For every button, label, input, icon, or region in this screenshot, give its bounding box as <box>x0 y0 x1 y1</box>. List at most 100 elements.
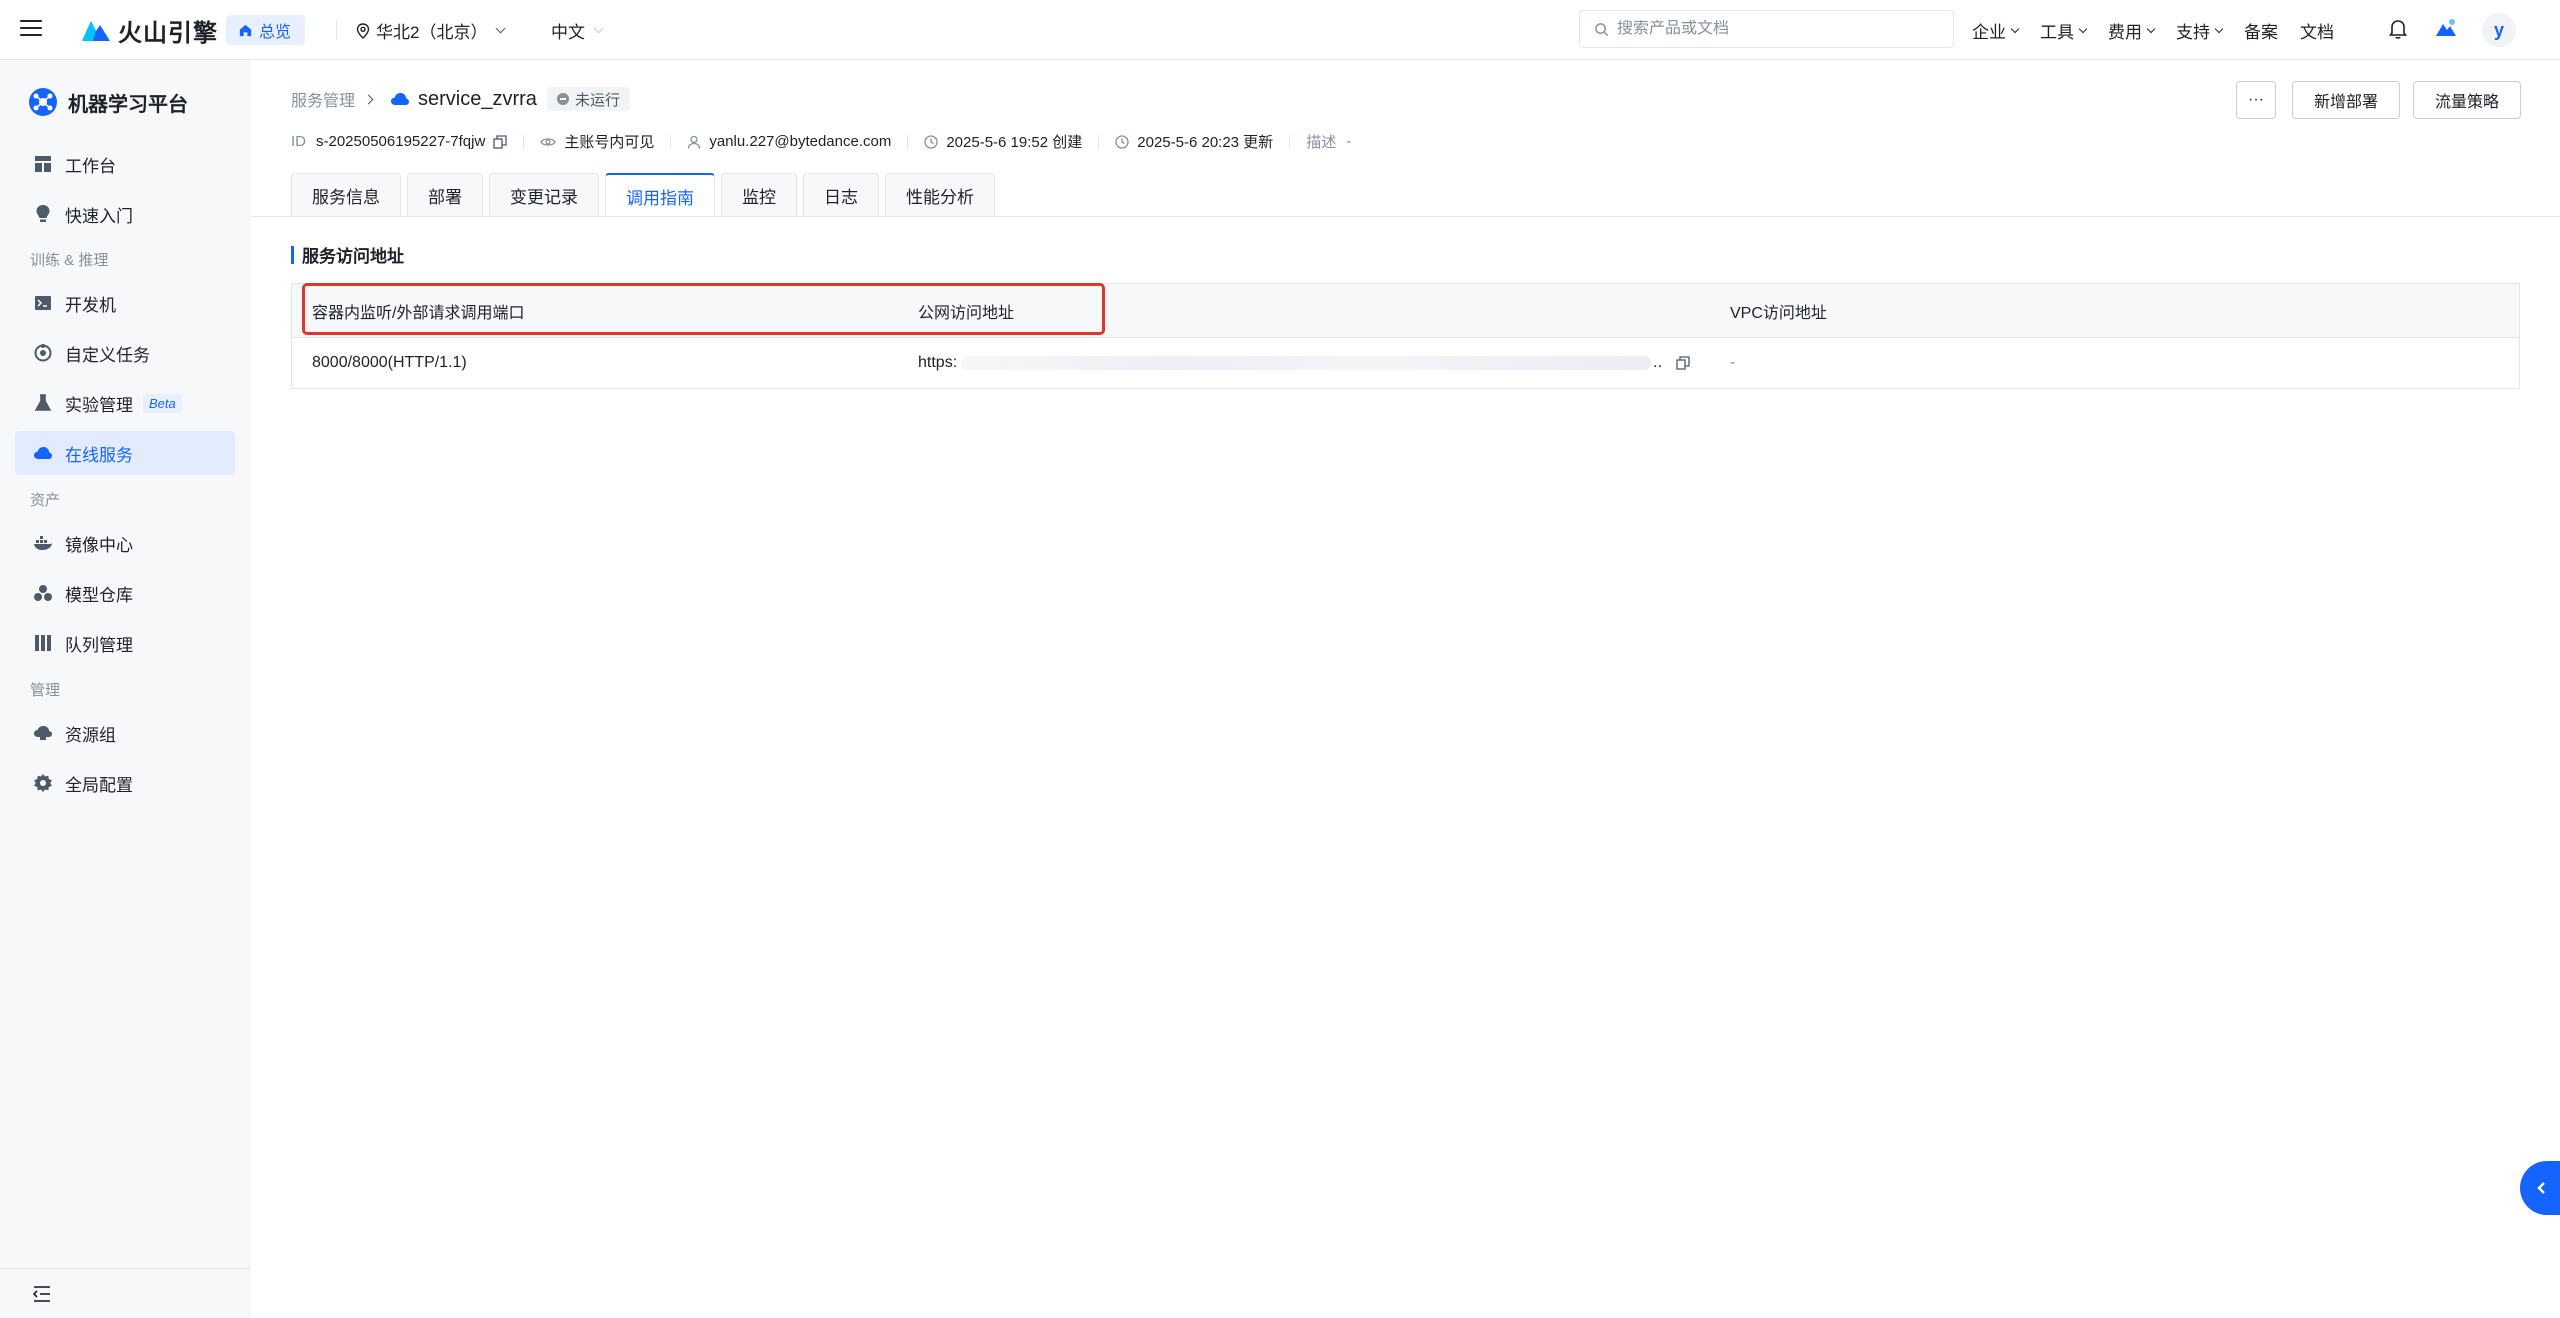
public-url-prefix: https: <box>918 354 958 371</box>
top-link-enterprise[interactable]: 企业 <box>1972 18 2020 43</box>
section-title: 服务访问地址 <box>291 242 404 267</box>
language-label: 中文 <box>551 23 585 42</box>
stopped-status-icon <box>556 93 569 105</box>
breadcrumb-parent-link[interactable]: 服务管理 <box>291 87 355 111</box>
search-input[interactable] <box>1617 20 1917 38</box>
chevron-down-icon <box>593 23 604 34</box>
meta-visibility-text: 主账号内可见 <box>564 134 655 151</box>
sidebar-item-global-config[interactable]: 全局配置 <box>15 761 235 805</box>
divider <box>1289 134 1291 149</box>
notification-bell-icon[interactable] <box>2388 18 2408 40</box>
sidebar-item-label: 在线服务 <box>65 445 133 465</box>
sidebar-item-model-repo[interactable]: 模型仓库 <box>15 571 235 615</box>
top-link-label: 支持 <box>2176 23 2210 42</box>
brand-logo[interactable]: 火山引擎 <box>80 14 218 47</box>
user-avatar[interactable]: y <box>2482 13 2516 47</box>
cubes-icon <box>33 583 53 603</box>
new-deploy-button[interactable]: 新增部署 <box>2292 81 2400 119</box>
sidebar-item-experiment[interactable]: 实验管理 Beta <box>15 381 235 425</box>
meta-desc-value: - <box>1346 133 1352 150</box>
top-navigation-bar: 火山引擎 总览 华北2（北京） 中文 企业 工具 费用 支持 备案 文档 y <box>0 0 2560 60</box>
clock-icon <box>924 134 938 149</box>
meta-owner-text: yanlu.227@bytedance.com <box>709 133 892 150</box>
meta-created-text: 2025-5-6 19:52 创建 <box>946 134 1083 151</box>
region-selector[interactable]: 华北2（北京） <box>356 18 506 43</box>
public-url-cell: https:.. <box>918 354 1691 372</box>
top-link-billing[interactable]: 费用 <box>2108 18 2156 43</box>
home-icon <box>239 24 252 36</box>
meta-id: ID s-20250506195227-7fqjw <box>291 133 507 150</box>
meta-owner: yanlu.227@bytedance.com <box>687 133 891 150</box>
sidebar-item-label: 资源组 <box>65 725 116 745</box>
tab-bar: 服务信息 部署 变更记录 调用指南 监控 日志 性能分析 <box>291 173 1001 217</box>
top-links: 企业 工具 费用 支持 备案 文档 <box>1972 18 2356 43</box>
sidebar-item-queue[interactable]: 队列管理 <box>15 621 235 665</box>
vpc-url-cell: - <box>1730 354 1736 371</box>
divider <box>1098 134 1100 149</box>
beta-badge: Beta <box>143 393 182 413</box>
sidebar-item-quickstart[interactable]: 快速入门 <box>15 192 235 236</box>
tab-deploy[interactable]: 部署 <box>407 173 483 217</box>
access-address-table: 容器内监听/外部请求调用端口 公网访问地址 VPC访问地址 8000/8000(… <box>291 283 2520 389</box>
meta-created: 2025-5-6 19:52 创建 <box>924 131 1082 152</box>
traffic-policy-button[interactable]: 流量策略 <box>2413 81 2521 119</box>
meta-id-value: s-20250506195227-7fqjw <box>316 133 486 150</box>
copy-icon[interactable] <box>1676 356 1691 370</box>
brand-name: 火山引擎 <box>118 19 218 47</box>
port-cell: 8000/8000(HTTP/1.1) <box>312 354 467 371</box>
tab-change-log[interactable]: 变更记录 <box>489 173 599 217</box>
sidebar-group-management: 管理 <box>30 682 61 699</box>
chevron-down-icon <box>2078 24 2088 33</box>
tab-invoke-guide[interactable]: 调用指南 <box>605 173 715 217</box>
collapse-sidebar-icon[interactable] <box>32 1285 52 1303</box>
sidebar-item-label: 工作台 <box>65 156 116 176</box>
meta-updated-text: 2025-5-6 20:23 更新 <box>1137 134 1274 151</box>
sidebar-item-image-center[interactable]: 镜像中心 <box>15 521 235 565</box>
menu-icon[interactable] <box>20 20 42 38</box>
sidebar-item-label: 快速入门 <box>65 206 133 226</box>
dashboard-icon <box>33 154 53 174</box>
search-box[interactable] <box>1579 10 1954 48</box>
top-link-tools[interactable]: 工具 <box>2040 18 2088 43</box>
copy-icon[interactable] <box>493 134 507 149</box>
console-app-icon[interactable] <box>2434 16 2458 40</box>
table-header: 容器内监听/外部请求调用端口 公网访问地址 VPC访问地址 <box>292 284 2519 338</box>
chevron-down-icon <box>2146 24 2156 33</box>
language-selector[interactable]: 中文 <box>551 18 604 43</box>
section-accent-bar <box>291 245 294 264</box>
chevron-down-icon <box>496 23 506 34</box>
main-content: 服务管理 service_zvrra 未运行 ID s-202505061952… <box>251 61 2560 1318</box>
tab-profiling[interactable]: 性能分析 <box>885 173 995 217</box>
top-link-filing[interactable]: 备案 <box>2244 18 2278 43</box>
search-icon <box>1595 22 1609 36</box>
meta-id-label: ID <box>291 133 306 150</box>
sidebar-item-online-service[interactable]: 在线服务 <box>15 431 235 475</box>
tab-monitor[interactable]: 监控 <box>721 173 797 217</box>
breadcrumb: 服务管理 service_zvrra 未运行 <box>291 87 630 111</box>
top-link-label: 备案 <box>2244 23 2278 42</box>
more-actions-button[interactable]: ··· <box>2236 81 2276 119</box>
clock-icon <box>1115 134 1129 149</box>
meta-visibility: 主账号内可见 <box>540 131 654 152</box>
overview-button[interactable]: 总览 <box>226 15 306 45</box>
column-header-public-url: 公网访问地址 <box>918 304 1015 322</box>
lightbulb-icon <box>33 204 53 224</box>
top-link-support[interactable]: 支持 <box>2176 18 2224 43</box>
sidebar-item-custom-task[interactable]: 自定义任务 <box>15 331 235 375</box>
column-header-vpc-url: VPC访问地址 <box>1730 304 1827 322</box>
meta-desc-label: 描述 <box>1306 134 1337 151</box>
chevron-down-icon <box>2214 24 2224 33</box>
eye-icon <box>540 137 557 146</box>
divider <box>523 134 525 149</box>
sidebar-item-label: 队列管理 <box>65 635 133 655</box>
tab-logs[interactable]: 日志 <box>803 173 879 217</box>
sidebar-item-label: 自定义任务 <box>65 345 150 365</box>
top-link-docs[interactable]: 文档 <box>2300 18 2334 43</box>
sidebar-item-workbench[interactable]: 工作台 <box>15 142 235 186</box>
status-text: 未运行 <box>574 91 620 109</box>
top-link-label: 文档 <box>2300 23 2334 42</box>
sidebar-item-devmachine[interactable]: 开发机 <box>15 281 235 325</box>
tab-service-info[interactable]: 服务信息 <box>291 173 401 217</box>
sidebar-item-resource-group[interactable]: 资源组 <box>15 711 235 755</box>
sidebar-title: 机器学习平台 <box>28 87 188 117</box>
